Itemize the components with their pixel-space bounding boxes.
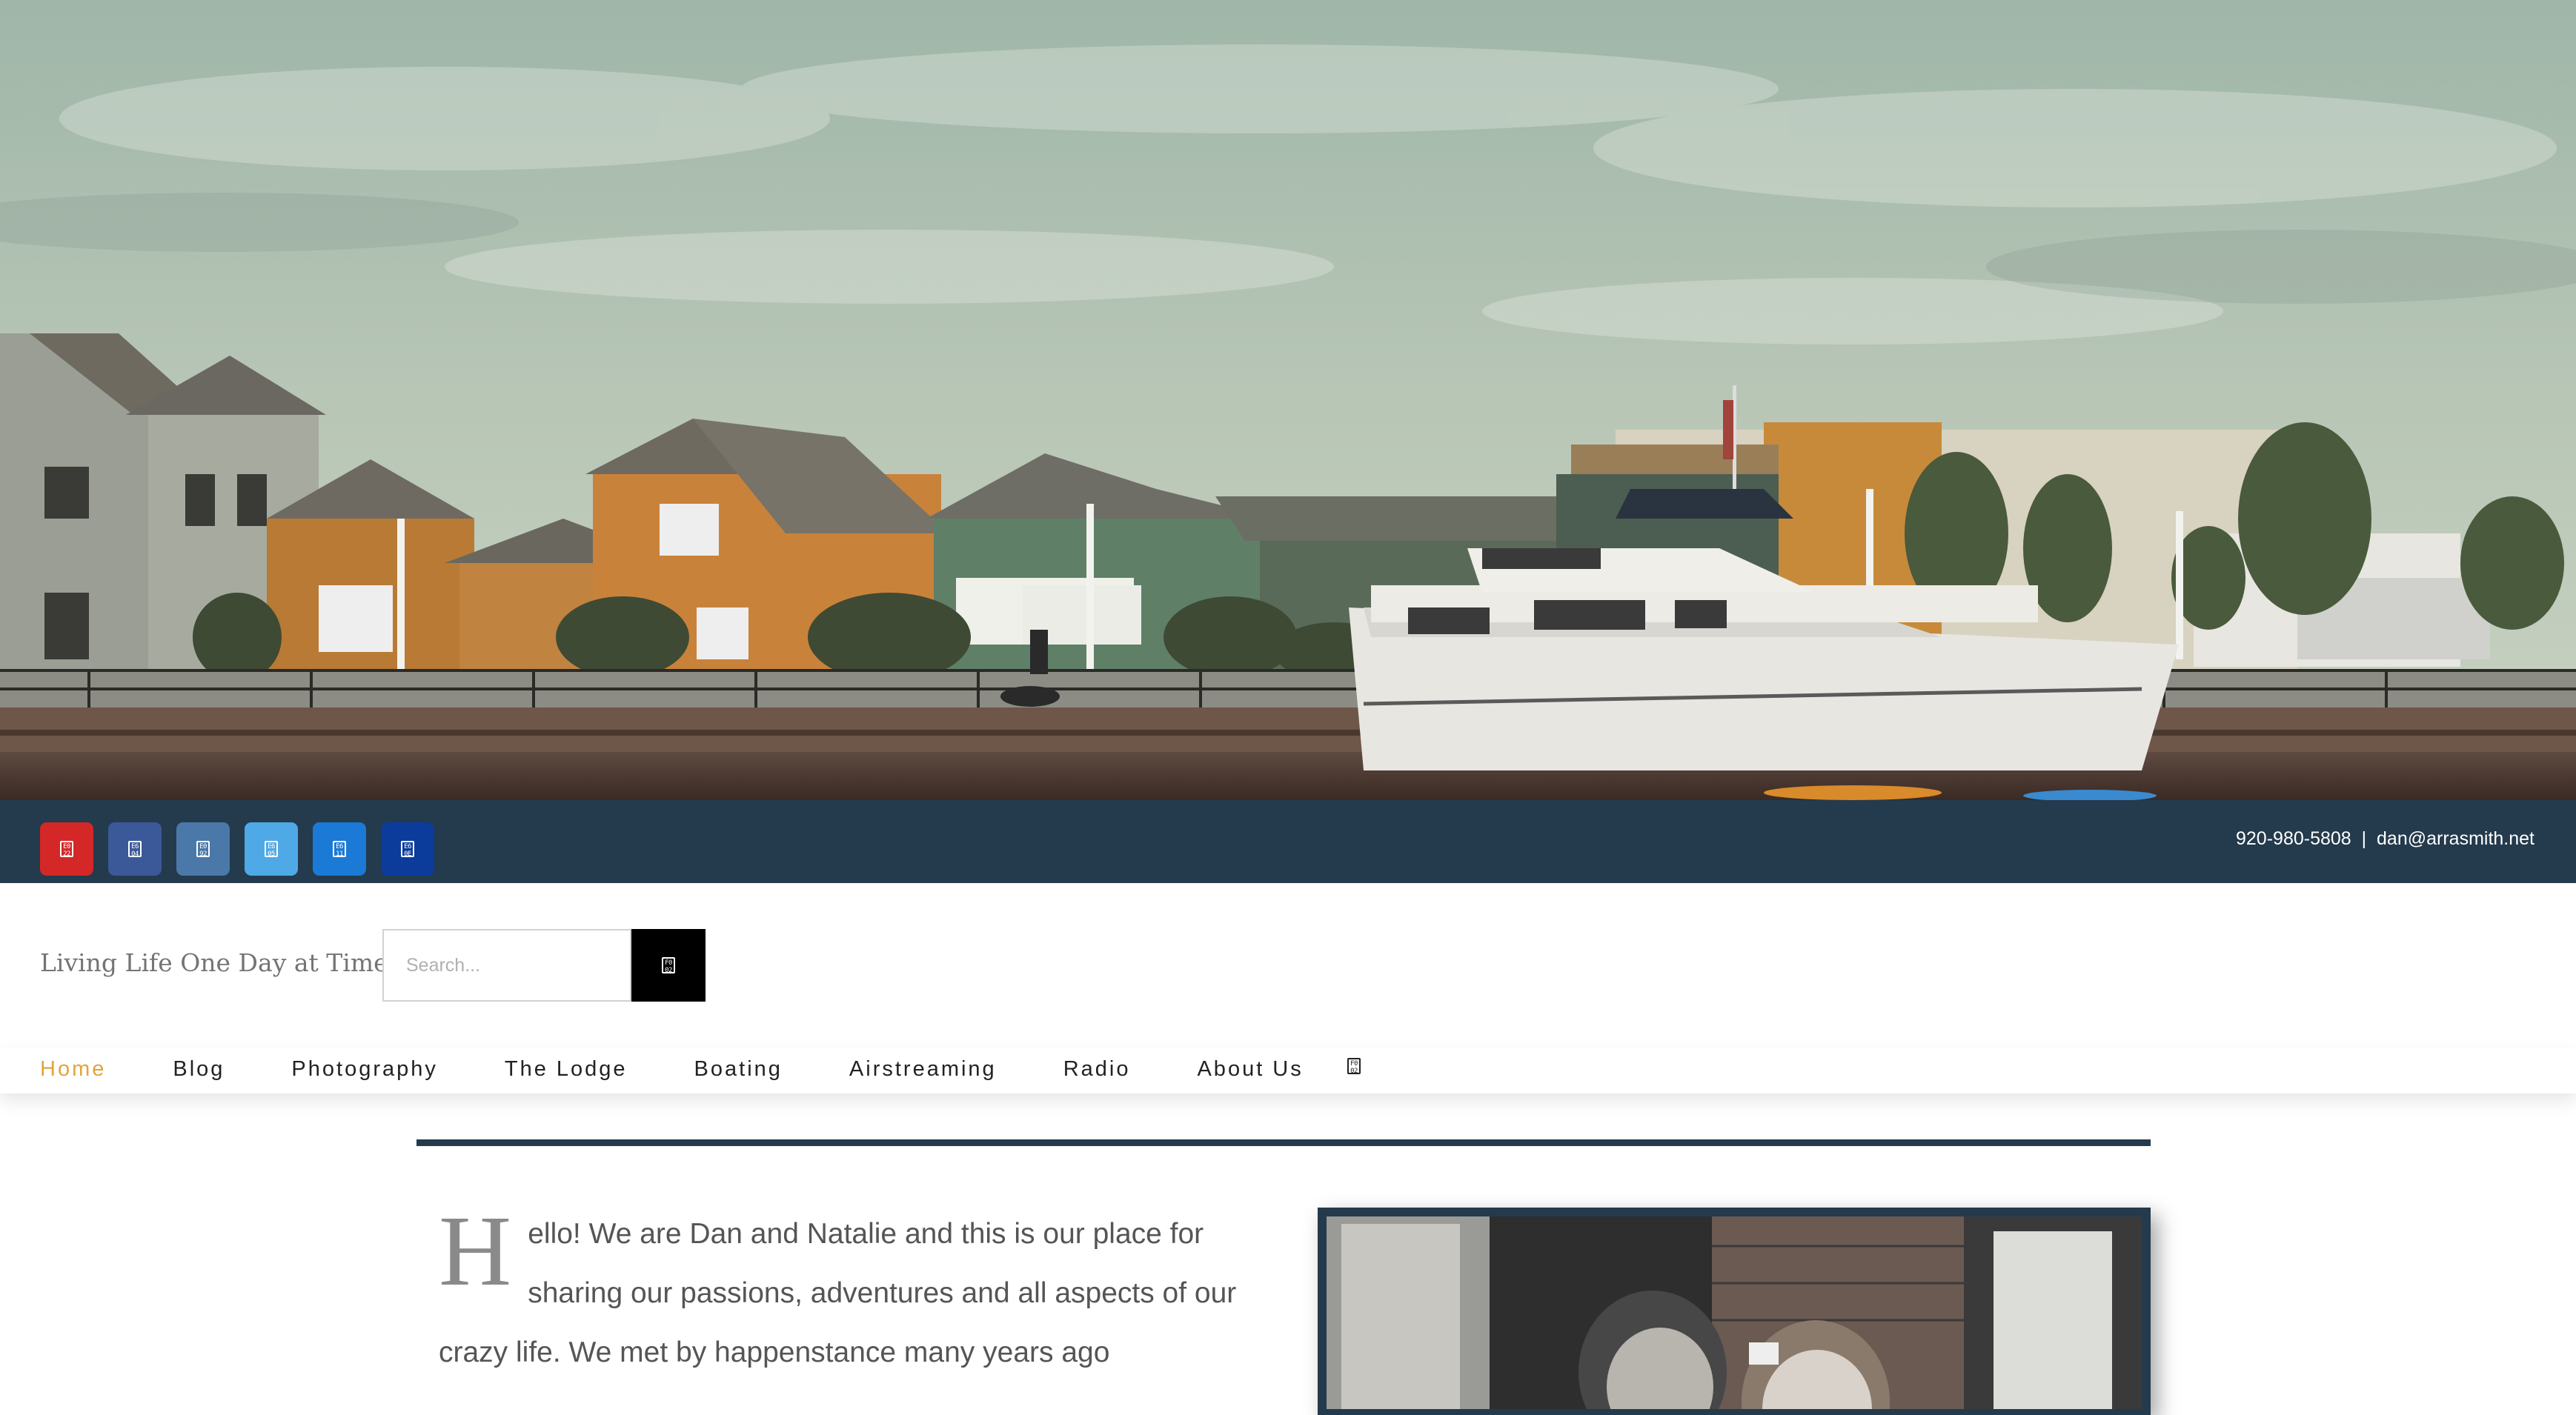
hero-banner-image [0,0,2576,800]
twitter-link[interactable]: E6 05 [245,822,298,876]
nav-item-radio[interactable]: Radio [1063,1057,1131,1082]
nav-item-blog[interactable]: Blog [173,1057,225,1082]
nav-item-boating[interactable]: Boating [694,1057,783,1082]
youtube-icon: E0 22 [60,841,73,858]
contact-info: 920-980-5808 | dan@arrasmith.net [2236,828,2534,850]
nav-item-home[interactable]: Home [40,1057,106,1082]
phone-number[interactable]: 920-980-5808 [2236,828,2351,849]
featured-photo [1318,1208,2151,1415]
search-icon: F0 02 [1347,1058,1361,1075]
site-tagline: Living Life One Day at Time [40,948,388,977]
twitter-icon: E6 05 [265,841,278,858]
nav-item-the-lodge[interactable]: The Lodge [505,1057,628,1082]
instagram-link[interactable]: E0 92 [176,822,230,876]
search-button[interactable]: F0 02 [631,929,706,1002]
intro-text: ello! We are Dan and Natalie and this is… [439,1218,1237,1368]
couple-photo [1327,1216,2142,1409]
site-header: Living Life One Day at Time F002 [0,883,2576,1049]
top-bar: E0 22 E6 04 E0 92 E6 05 E6 11 E6 0E 920-980-58… [0,800,2576,883]
intro-paragraph: Hello! We are Dan and Natalie and this i… [439,1196,1239,1382]
linkedin-link[interactable]: E6 11 [313,822,366,876]
paypal-link[interactable]: E6 0E [381,822,434,876]
search-icon: F0 02 [662,957,675,974]
search-input[interactable] [382,929,631,1002]
youtube-link[interactable]: E0 22 [40,822,93,876]
section-divider [416,1139,2151,1146]
facebook-icon: E6 04 [128,841,142,858]
paypal-icon: E6 0E [401,841,414,858]
nav-item-airstreaming[interactable]: Airstreaming [849,1057,997,1082]
nav-item-photography[interactable]: Photography [291,1057,437,1082]
nav-item-about-us[interactable]: About Us [1197,1057,1303,1082]
email-link[interactable]: dan@arrasmith.net [2377,828,2534,849]
main-navigation: Home Blog Photography The Lodge Boating … [0,1048,2576,1093]
nav-search-button[interactable]: F0 02 [1347,1058,1361,1075]
facebook-link[interactable]: E6 04 [108,822,162,876]
dropcap-letter: H [439,1196,512,1307]
social-links: E0 22 E6 04 E0 92 E6 05 E6 11 E6 0E [40,822,434,876]
instagram-icon: E0 92 [196,841,210,858]
linkedin-icon: E6 11 [333,841,346,858]
